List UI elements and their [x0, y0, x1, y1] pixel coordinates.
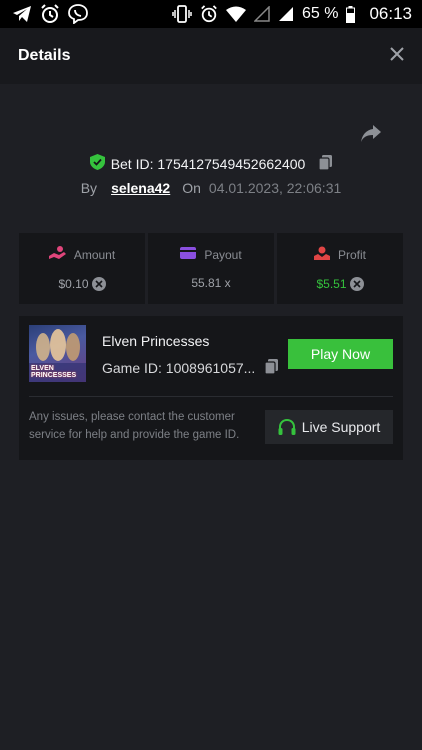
- bet-date: 04.01.2023, 22:06:31: [208, 180, 342, 196]
- amount-label: Amount: [73, 247, 116, 262]
- close-button[interactable]: [390, 46, 404, 66]
- stat-profit: Profit $5.51: [277, 233, 403, 304]
- stat-amount: Amount $0.10: [19, 233, 145, 304]
- support-text: Any issues, please contact the customer …: [29, 411, 240, 441]
- by-label: By: [80, 180, 98, 196]
- signal-icon: [253, 6, 270, 22]
- live-support-button[interactable]: Live Support: [265, 410, 393, 444]
- game-card: ELVEN PRINCESSES Elven Princesses Game I…: [19, 316, 403, 460]
- alarm-icon: [200, 5, 218, 23]
- vibrate-icon: [172, 5, 192, 23]
- profit-icon: [313, 246, 330, 263]
- divider: [29, 396, 393, 397]
- close-icon: [390, 46, 404, 66]
- amount-value: $0.10: [58, 277, 89, 291]
- status-bar: 65 % 06:13: [0, 0, 422, 28]
- bet-id: Bet ID: 1754127549452662400: [110, 155, 306, 172]
- game-title: Elven Princesses: [102, 333, 210, 349]
- alarm-icon: [40, 4, 60, 24]
- viber-icon: [68, 4, 88, 24]
- battery-percent: 65 %: [301, 5, 339, 22]
- username-link[interactable]: selena42: [111, 180, 170, 196]
- share-button[interactable]: [360, 124, 382, 149]
- headset-icon: [278, 418, 296, 436]
- payout-icon: [180, 247, 197, 262]
- payout-label: Payout: [204, 247, 242, 262]
- on-label: On: [182, 180, 201, 196]
- game-thumbnail[interactable]: ELVEN PRINCESSES: [29, 325, 86, 382]
- stat-payout: Payout 55.81 x: [148, 233, 274, 304]
- amount-icon: [48, 246, 66, 263]
- profit-value: $5.51: [316, 277, 347, 291]
- copy-bet-id-button[interactable]: [318, 154, 333, 173]
- bet-author-row: By selena42 On 04.01.2023, 22:06:31: [0, 180, 422, 196]
- live-support-label: Live Support: [301, 419, 381, 435]
- copy-icon: [264, 359, 279, 377]
- profit-label: Profit: [337, 247, 366, 262]
- play-now-button[interactable]: Play Now: [288, 339, 393, 369]
- clock: 06:13: [369, 4, 412, 23]
- signal-icon: [278, 6, 294, 22]
- payout-value: 55.81 x: [191, 276, 231, 290]
- copy-game-id-button[interactable]: [264, 359, 279, 377]
- telegram-icon: [12, 5, 32, 23]
- currency-icon: [91, 277, 106, 291]
- shield-check-icon: [89, 154, 105, 173]
- wifi-icon: [225, 6, 246, 22]
- battery-icon: [346, 5, 356, 23]
- bet-id-row: Bet ID: 1754127549452662400: [0, 154, 422, 173]
- share-icon: [360, 125, 382, 148]
- game-logo-text: ELVEN PRINCESSES: [31, 365, 77, 379]
- details-header: Details: [0, 28, 422, 84]
- currency-icon: [349, 277, 364, 291]
- page-title: Details: [18, 47, 71, 64]
- copy-icon: [318, 154, 333, 173]
- game-id: Game ID: 1008961057...: [102, 360, 256, 376]
- bet-stats: Amount $0.10 Payout 55.81 x Profit $5.51: [19, 233, 403, 304]
